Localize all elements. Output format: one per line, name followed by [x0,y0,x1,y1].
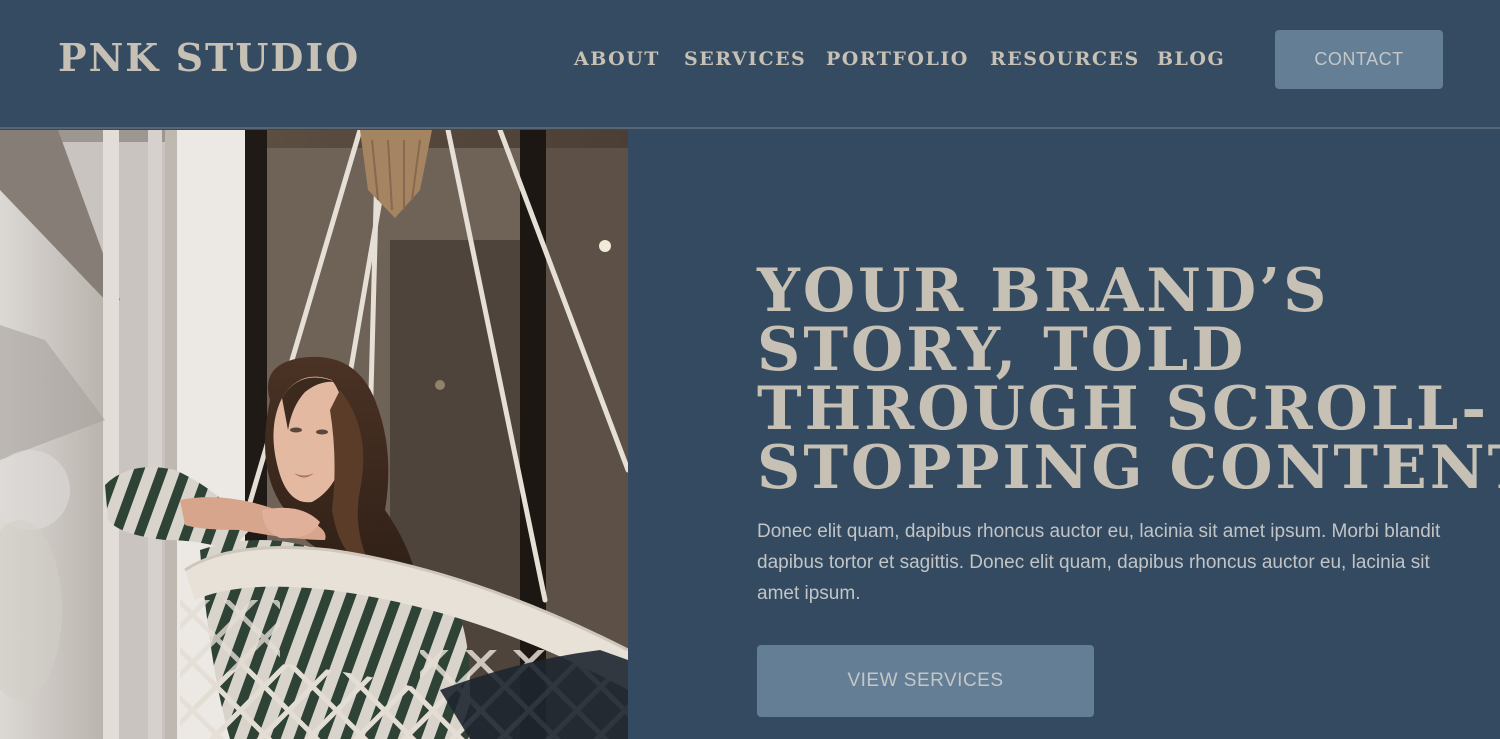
hero-title-line: THROUGH SCROLL- [757,374,1490,444]
hero-description: Donec elit quam, dapibus rhoncus auctor … [757,521,1441,604]
nav-link-resources[interactable]: RESOURCES [990,47,1140,71]
contact-button[interactable]: CONTACT [1275,30,1443,89]
site-header: PNK STUDIO ABOUT SERVICES PORTFOLIO RESO… [0,0,1500,129]
nav-link-portfolio[interactable]: PORTFOLIO [826,47,969,71]
nav-link-services[interactable]: SERVICES [684,47,806,71]
hero-title: YOUR BRAND’S STORY, TOLD THROUGH SCROLL-… [757,256,1500,503]
view-services-button[interactable]: VIEW SERVICES [757,645,1094,717]
hero-image [0,130,628,739]
nav-link-about[interactable]: ABOUT [574,47,660,71]
hero-title-line: STORY, TOLD [757,315,1247,385]
hero-title-line: STOPPING CONTENT [757,433,1500,503]
hero-title-line: YOUR BRAND’S [757,256,1330,326]
nav-link-blog[interactable]: BLOG [1157,47,1225,71]
landing-page: PNK STUDIO ABOUT SERVICES PORTFOLIO RESO… [0,0,1500,739]
